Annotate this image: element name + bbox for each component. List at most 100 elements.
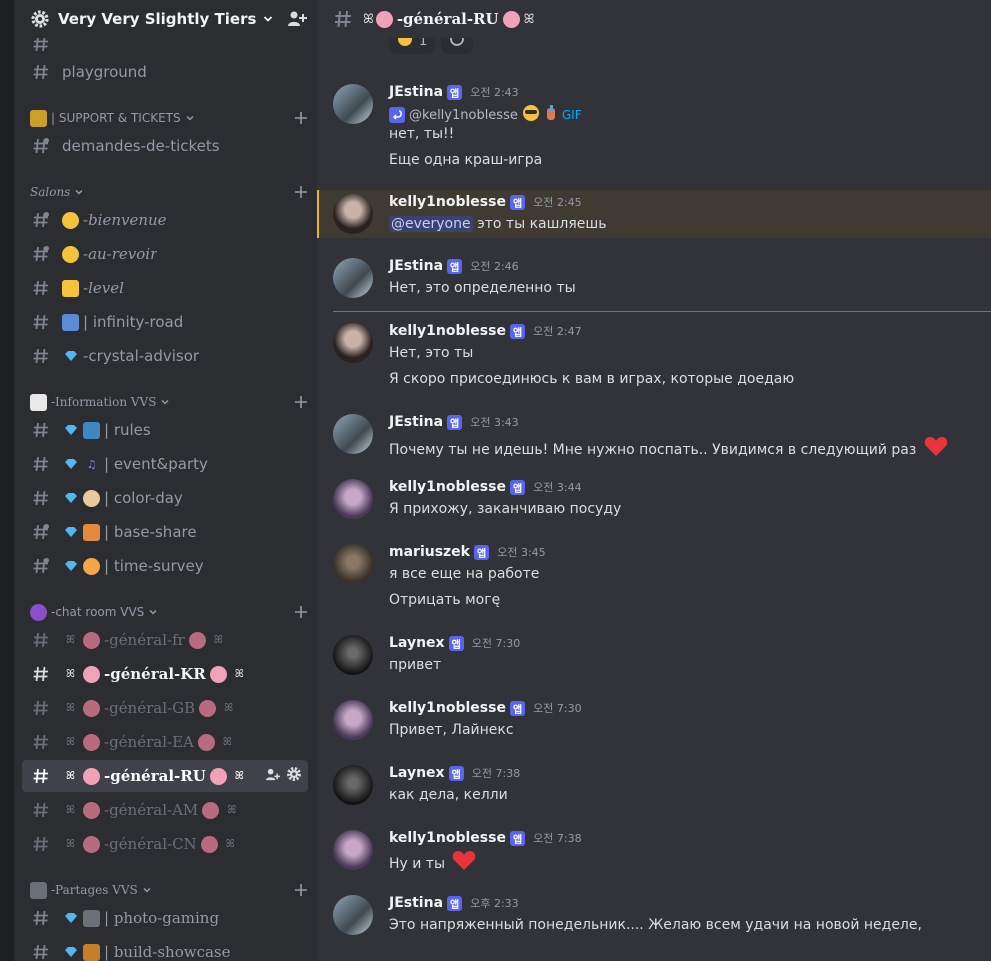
author-name[interactable]: mariuszek [389,544,470,560]
message-text: это ты кашляешь [477,216,607,232]
locked-hash-icon [32,211,50,229]
knot-icon: ꕤ [234,667,244,680]
hash-icon [32,699,50,717]
author-name[interactable]: kelly1noblesse [389,830,506,846]
message: kelly1noblesse 앱 오전 2:47 Нет, это ты Я с… [317,321,991,401]
create-channel-plus-icon[interactable] [294,883,308,897]
everyone-mention[interactable]: @everyone [389,216,473,232]
channel-general-am[interactable]: ꕤ -général-AM ꕤ [22,794,308,826]
avatar[interactable] [333,895,373,935]
reply-preview[interactable]: @kelly1noblesse GIF [389,104,582,126]
avatar[interactable] [333,765,373,805]
avatar[interactable] [333,830,373,870]
author-name[interactable]: Laynex [389,635,445,651]
category-label: | SUPPORT & TICKETS [51,111,181,125]
author-name[interactable]: kelly1noblesse [389,194,506,210]
author-name[interactable]: JEstina [389,258,443,274]
author-name[interactable]: JEstina [389,84,443,100]
author-name[interactable]: kelly1noblesse [389,700,506,716]
avatar[interactable] [333,84,373,124]
avatar[interactable] [333,635,373,675]
channel-crystal-advisor[interactable]: -crystal-advisor [22,340,308,372]
author-name[interactable]: kelly1noblesse [389,479,506,495]
create-channel-plus-icon[interactable] [294,395,308,409]
cherry-blossom-icon [83,631,100,649]
locked-hash-icon [32,523,50,541]
channel-label: -crystal-advisor [83,347,200,365]
channel-rules[interactable]: | rules [22,414,308,446]
locked-hash-icon [32,137,50,155]
server-name: Very Very Slightly Tiers [58,10,257,28]
author-name[interactable]: JEstina [389,414,443,430]
author-name[interactable]: JEstina [389,895,443,911]
cherry-blossom-icon [83,835,100,853]
category-information[interactable]: -Information VVS [30,392,310,412]
gear-icon[interactable] [286,766,302,786]
channel-bienvenue[interactable]: -bienvenue [22,204,308,236]
hash-icon [32,489,50,507]
cherry-blossom-icon [83,699,100,717]
cherry-blossom-icon [209,767,227,785]
channel-general-gb[interactable]: ꕤ -général-GB ꕤ [22,692,308,724]
channel-label: -level [83,279,124,297]
server-header[interactable]: Very Very Slightly Tiers [14,0,317,38]
app-tag: 앱 [447,258,463,274]
app-tag: 앱 [509,830,526,846]
create-channel-plus-icon[interactable] [294,185,308,199]
author-name[interactable]: Laynex [389,765,445,781]
channel-general-fr[interactable]: ꕤ -général-fr ꕤ [22,624,308,656]
avatar[interactable] [333,414,373,454]
channel-general-cn[interactable]: ꕤ -général-CN ꕤ [22,828,308,860]
app-tag: 앱 [509,323,526,339]
cherry-blossom-icon [375,10,393,28]
avatar[interactable] [333,323,373,363]
avatar[interactable] [333,258,373,298]
invite-people-icon[interactable] [287,10,307,28]
category-salons[interactable]: Salons [30,182,310,202]
create-channel-plus-icon[interactable] [294,111,308,125]
author-name[interactable]: kelly1noblesse [389,323,506,339]
avatar[interactable] [333,700,373,740]
crystal-ball-emoji-icon [30,603,47,621]
app-tag: 앱 [447,84,463,100]
channel-general-kr[interactable]: ꕤ -général-KR ꕤ [22,658,308,690]
message-line: Я прихожу, заканчиваю посуду [389,501,622,517]
channel-time-survey[interactable]: | time-survey [22,550,308,582]
flexed-biceps-emoji-icon [62,279,79,297]
channel-base-share[interactable]: | base-share [22,516,308,548]
timestamp: 오전 7:30 [471,637,521,650]
knot-icon: ꕤ [65,769,76,782]
road-emoji-icon [62,313,79,331]
category-support[interactable]: | SUPPORT & TICKETS [30,108,310,128]
avatar[interactable] [333,194,373,234]
category-label: Salons [30,185,71,199]
channel-label: | rules [104,421,151,439]
message-text: Ну и ты [389,856,446,872]
channel-playground[interactable]: playground [22,56,308,88]
channel-event-party[interactable]: ♫ | event&party [22,448,308,480]
channel-level[interactable]: -level [22,272,308,304]
avatar[interactable] [333,544,373,584]
category-partages[interactable]: -Partages VVS [30,880,310,900]
cherry-blossom-icon [502,10,520,28]
gem-emoji-icon [62,944,79,961]
create-channel-plus-icon[interactable] [294,605,308,619]
create-invite-icon[interactable] [265,767,280,786]
channel-au-revoir[interactable]: -au-revoir [22,238,308,270]
channel-infinity-road[interactable]: | infinity-road [22,306,308,338]
knot-icon: ꕤ [65,701,76,714]
page-emoji-icon [30,393,47,411]
message: Laynex 앱 오전 7:38 как дела, келли [317,763,991,811]
avatar[interactable] [333,479,373,519]
channel-demandes-de-tickets[interactable]: demandes-de-tickets [22,130,308,162]
category-chatroom[interactable]: -chat room VVS [30,602,310,622]
house-emoji-icon [83,523,100,541]
music-notes-emoji-icon: ♫ [86,457,97,471]
channel-build-showcase[interactable]: | build-showcase [22,936,308,961]
cherry-blossom-icon [200,835,218,853]
channel-photo-gaming[interactable]: | photo-gaming [22,902,308,934]
channel-general-ea[interactable]: ꕤ -général-EA ꕤ [22,726,308,758]
category-label: -Information VVS [51,395,157,409]
channel-general-ru[interactable]: ꕤ -général-RU ꕤ [22,760,308,792]
channel-color-day[interactable]: | color-day [22,482,308,514]
